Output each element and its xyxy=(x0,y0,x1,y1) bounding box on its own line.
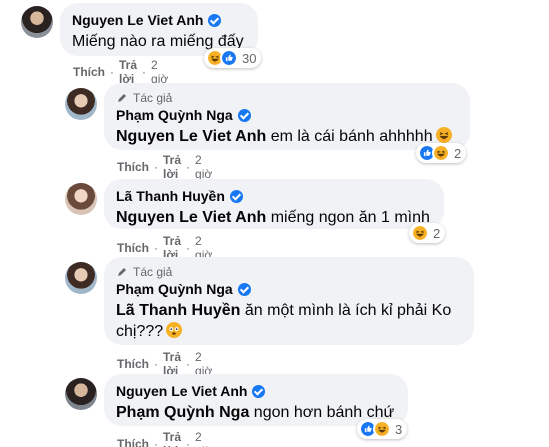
separator: · xyxy=(186,241,191,255)
comment-author[interactable]: Nguyen Le Viet Anh xyxy=(72,12,203,28)
avatar[interactable] xyxy=(65,88,97,120)
comment-bubble: Nguyen Le Viet Anh Phạm Quỳnh Nga ngon h… xyxy=(104,374,408,426)
comment-author[interactable]: Phạm Quỳnh Nga xyxy=(116,281,233,297)
mention-link[interactable]: Nguyen Le Viet Anh xyxy=(116,128,266,145)
verified-badge-icon xyxy=(237,108,251,122)
timestamp[interactable]: 2 giờ xyxy=(195,153,212,181)
reaction-count: 2 xyxy=(433,225,441,241)
separator: · xyxy=(142,65,147,79)
haha-icon xyxy=(432,144,450,162)
reply-button[interactable]: Trả lời xyxy=(163,153,181,181)
reaction-count: 3 xyxy=(395,421,403,437)
separator: · xyxy=(154,357,158,371)
comment-text: Nguyen Le Viet Anh em là cái bánh ahhhhh xyxy=(116,126,458,147)
comment-bubble: Tác giả Phạm Quỳnh Nga Nguyen Le Viet An… xyxy=(104,83,470,150)
verified-badge-icon xyxy=(252,384,266,398)
haha-icon xyxy=(373,420,391,438)
avatar[interactable] xyxy=(65,183,97,215)
timestamp[interactable]: 2 giờ xyxy=(195,430,212,447)
reaction-summary[interactable]: 30 xyxy=(204,48,262,68)
avatar[interactable] xyxy=(65,378,97,410)
author-role-label: Tác giả xyxy=(116,265,462,279)
mention-link[interactable]: Nguyen Le Viet Anh xyxy=(116,209,266,226)
like-button[interactable]: Thích xyxy=(117,241,149,255)
comment-text: Lã Thanh Huyền ăn một mình là ích kỉ phả… xyxy=(116,302,452,340)
separator: · xyxy=(186,437,191,447)
like-button[interactable]: Thích xyxy=(73,65,105,79)
comment-text: Phạm Quỳnh Nga ngon hơn bánh chứ xyxy=(116,404,395,421)
timestamp[interactable]: 2 giờ xyxy=(151,58,168,86)
author-role-label: Tác giả xyxy=(116,91,458,105)
comment-author[interactable]: Phạm Quỳnh Nga xyxy=(116,107,233,123)
separator: · xyxy=(154,437,158,447)
reaction-count: 2 xyxy=(454,145,462,161)
like-button[interactable]: Thích xyxy=(117,357,149,371)
pen-icon xyxy=(118,94,126,102)
mention-link[interactable]: Phạm Quỳnh Nga xyxy=(116,404,249,421)
comment-bubble: Tác giả Phạm Quỳnh Nga Lã Thanh Huyền ăn… xyxy=(104,257,474,345)
verified-badge-icon xyxy=(208,13,222,27)
reply-button[interactable]: Trả lời xyxy=(119,58,137,86)
rofl-emoji-icon xyxy=(435,127,452,143)
verified-badge-icon xyxy=(229,189,243,203)
separator: · xyxy=(186,357,191,371)
avatar[interactable] xyxy=(65,262,97,294)
reaction-summary[interactable]: 3 xyxy=(357,419,408,439)
pen-icon xyxy=(118,268,126,276)
reaction-count: 30 xyxy=(242,50,257,66)
like-button[interactable]: Thích xyxy=(117,160,149,174)
avatar[interactable] xyxy=(21,6,53,38)
reaction-summary[interactable]: 2 xyxy=(409,223,446,243)
comment-author[interactable]: Lã Thanh Huyền xyxy=(116,188,225,204)
like-button[interactable]: Thích xyxy=(117,437,149,447)
comment-bubble: Lã Thanh Huyền Nguyen Le Viet Anh miếng … xyxy=(104,179,444,229)
flushed-emoji-icon xyxy=(166,322,183,338)
mention-link[interactable]: Lã Thanh Huyền xyxy=(116,302,240,319)
separator: · xyxy=(154,160,158,174)
comment-author[interactable]: Nguyen Le Viet Anh xyxy=(116,383,247,399)
reply-button[interactable]: Trả lời xyxy=(163,430,181,447)
separator: · xyxy=(110,65,114,79)
separator: · xyxy=(186,160,191,174)
like-icon xyxy=(220,49,238,67)
haha-icon xyxy=(411,224,429,242)
reaction-summary[interactable]: 2 xyxy=(416,143,467,163)
comment-text: Nguyen Le Viet Anh miếng ngon ăn 1 mình xyxy=(116,209,430,226)
separator: · xyxy=(154,241,158,255)
verified-badge-icon xyxy=(237,282,251,296)
